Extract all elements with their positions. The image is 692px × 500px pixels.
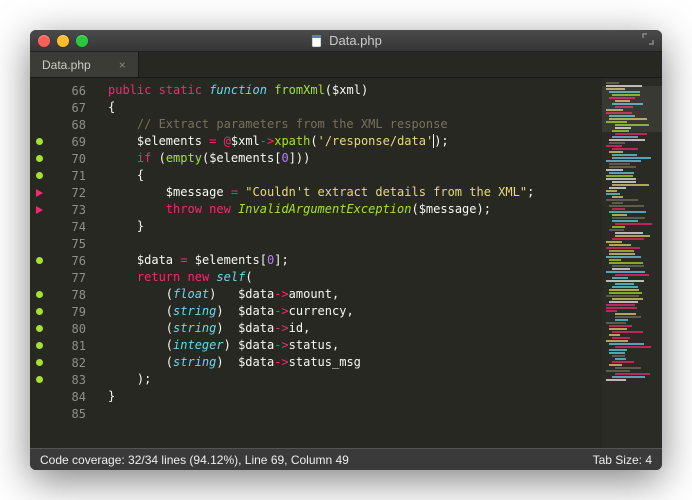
close-icon[interactable] <box>38 35 50 47</box>
gutter-row[interactable]: 76 <box>30 252 100 269</box>
titlebar-center: Data.php <box>30 33 662 48</box>
gutter-row[interactable]: 77 <box>30 269 100 286</box>
gutter-row[interactable]: 78 <box>30 286 100 303</box>
line-number: 76 <box>48 254 100 268</box>
coverage-covered-icon <box>36 291 43 298</box>
gutter-row[interactable]: 84 <box>30 388 100 405</box>
status-left[interactable]: Code coverage: 32/34 lines (94.12%), Lin… <box>40 453 349 467</box>
coverage-covered-icon <box>36 155 43 162</box>
line-number: 81 <box>48 339 100 353</box>
code-line[interactable]: throw new InvalidArgumentException($mess… <box>108 201 602 218</box>
code-line[interactable]: { <box>108 167 602 184</box>
line-number: 85 <box>48 407 100 421</box>
code-line[interactable] <box>108 405 602 422</box>
gutter-row[interactable]: 82 <box>30 354 100 371</box>
line-number: 84 <box>48 390 100 404</box>
titlebar[interactable]: Data.php <box>30 30 662 52</box>
line-number: 80 <box>48 322 100 336</box>
line-number: 73 <box>48 203 100 217</box>
coverage-uncovered-icon <box>36 206 43 214</box>
gutter-row[interactable]: 67 <box>30 99 100 116</box>
close-icon[interactable]: × <box>119 58 126 72</box>
code-line[interactable]: $message = "Couldn't extract details fro… <box>108 184 602 201</box>
code-line[interactable]: } <box>108 218 602 235</box>
traffic-lights <box>38 35 88 47</box>
gutter-row[interactable]: 85 <box>30 405 100 422</box>
line-number: 83 <box>48 373 100 387</box>
code-line[interactable]: (string) $data->currency, <box>108 303 602 320</box>
code-line[interactable]: public static function fromXml($xml) <box>108 82 602 99</box>
line-number: 72 <box>48 186 100 200</box>
gutter-row[interactable]: 68 <box>30 116 100 133</box>
gutter-row[interactable]: 83 <box>30 371 100 388</box>
code-line[interactable]: (string) $data->status_msg <box>108 354 602 371</box>
code-line[interactable]: ); <box>108 371 602 388</box>
line-number: 68 <box>48 118 100 132</box>
coverage-covered-icon <box>36 325 43 332</box>
gutter-row[interactable]: 71 <box>30 167 100 184</box>
gutter-row[interactable]: 70 <box>30 150 100 167</box>
code-line[interactable]: $elements = @$xml->xpath('/response/data… <box>108 133 602 150</box>
status-bar: Code coverage: 32/34 lines (94.12%), Lin… <box>30 448 662 470</box>
coverage-covered-icon <box>36 138 43 145</box>
gutter-row[interactable]: 75 <box>30 235 100 252</box>
fullscreen-icon[interactable] <box>642 32 654 50</box>
line-number: 79 <box>48 305 100 319</box>
line-number: 82 <box>48 356 100 370</box>
minimap[interactable] <box>602 78 662 448</box>
gutter-row[interactable]: 74 <box>30 218 100 235</box>
code-line[interactable]: if (empty($elements[0])) <box>108 150 602 167</box>
coverage-covered-icon <box>36 342 43 349</box>
line-number: 78 <box>48 288 100 302</box>
code-line[interactable]: // Extract parameters from the XML respo… <box>108 116 602 133</box>
line-number: 66 <box>48 84 100 98</box>
line-number: 75 <box>48 237 100 251</box>
line-number: 69 <box>48 135 100 149</box>
document-icon <box>310 34 324 48</box>
code-line[interactable]: } <box>108 388 602 405</box>
gutter-row[interactable]: 81 <box>30 337 100 354</box>
editor-area: 66 67 68 69 70 71 72 73 74 75 76 77 78 79 80 81 82 83 84 85… <box>30 78 662 448</box>
tab-data-php[interactable]: Data.php × <box>30 52 139 77</box>
gutter-row[interactable]: 66 <box>30 82 100 99</box>
code-line[interactable]: (string) $data->id, <box>108 320 602 337</box>
line-number: 71 <box>48 169 100 183</box>
gutter-row[interactable]: 79 <box>30 303 100 320</box>
line-number: 74 <box>48 220 100 234</box>
code-line[interactable]: return new self( <box>108 269 602 286</box>
line-number: 67 <box>48 101 100 115</box>
tab-label: Data.php <box>42 58 91 72</box>
code-editor[interactable]: public static function fromXml($xml){ //… <box>100 78 602 448</box>
tab-bar: Data.php × <box>30 52 662 78</box>
coverage-covered-icon <box>36 172 43 179</box>
gutter[interactable]: 66 67 68 69 70 71 72 73 74 75 76 77 78 79 80 81 82 83 84 85 <box>30 78 100 448</box>
gutter-row[interactable]: 72 <box>30 184 100 201</box>
line-number: 77 <box>48 271 100 285</box>
gutter-row[interactable]: 69 <box>30 133 100 150</box>
window-title: Data.php <box>329 33 382 48</box>
code-line[interactable]: (float) $data->amount, <box>108 286 602 303</box>
status-right[interactable]: Tab Size: 4 <box>593 453 652 467</box>
editor-window: Data.php Data.php × 66 67 68 69 70 71 72 73 74 75… <box>30 30 662 470</box>
line-number: 70 <box>48 152 100 166</box>
coverage-covered-icon <box>36 359 43 366</box>
minimize-icon[interactable] <box>57 35 69 47</box>
coverage-covered-icon <box>36 308 43 315</box>
gutter-row[interactable]: 73 <box>30 201 100 218</box>
code-line[interactable]: (integer) $data->status, <box>108 337 602 354</box>
coverage-covered-icon <box>36 257 43 264</box>
coverage-covered-icon <box>36 376 43 383</box>
maximize-icon[interactable] <box>76 35 88 47</box>
coverage-uncovered-icon <box>36 189 43 197</box>
code-line[interactable] <box>108 235 602 252</box>
code-line[interactable]: { <box>108 99 602 116</box>
gutter-row[interactable]: 80 <box>30 320 100 337</box>
code-line[interactable]: $data = $elements[0]; <box>108 252 602 269</box>
minimap-viewport[interactable] <box>602 86 662 132</box>
